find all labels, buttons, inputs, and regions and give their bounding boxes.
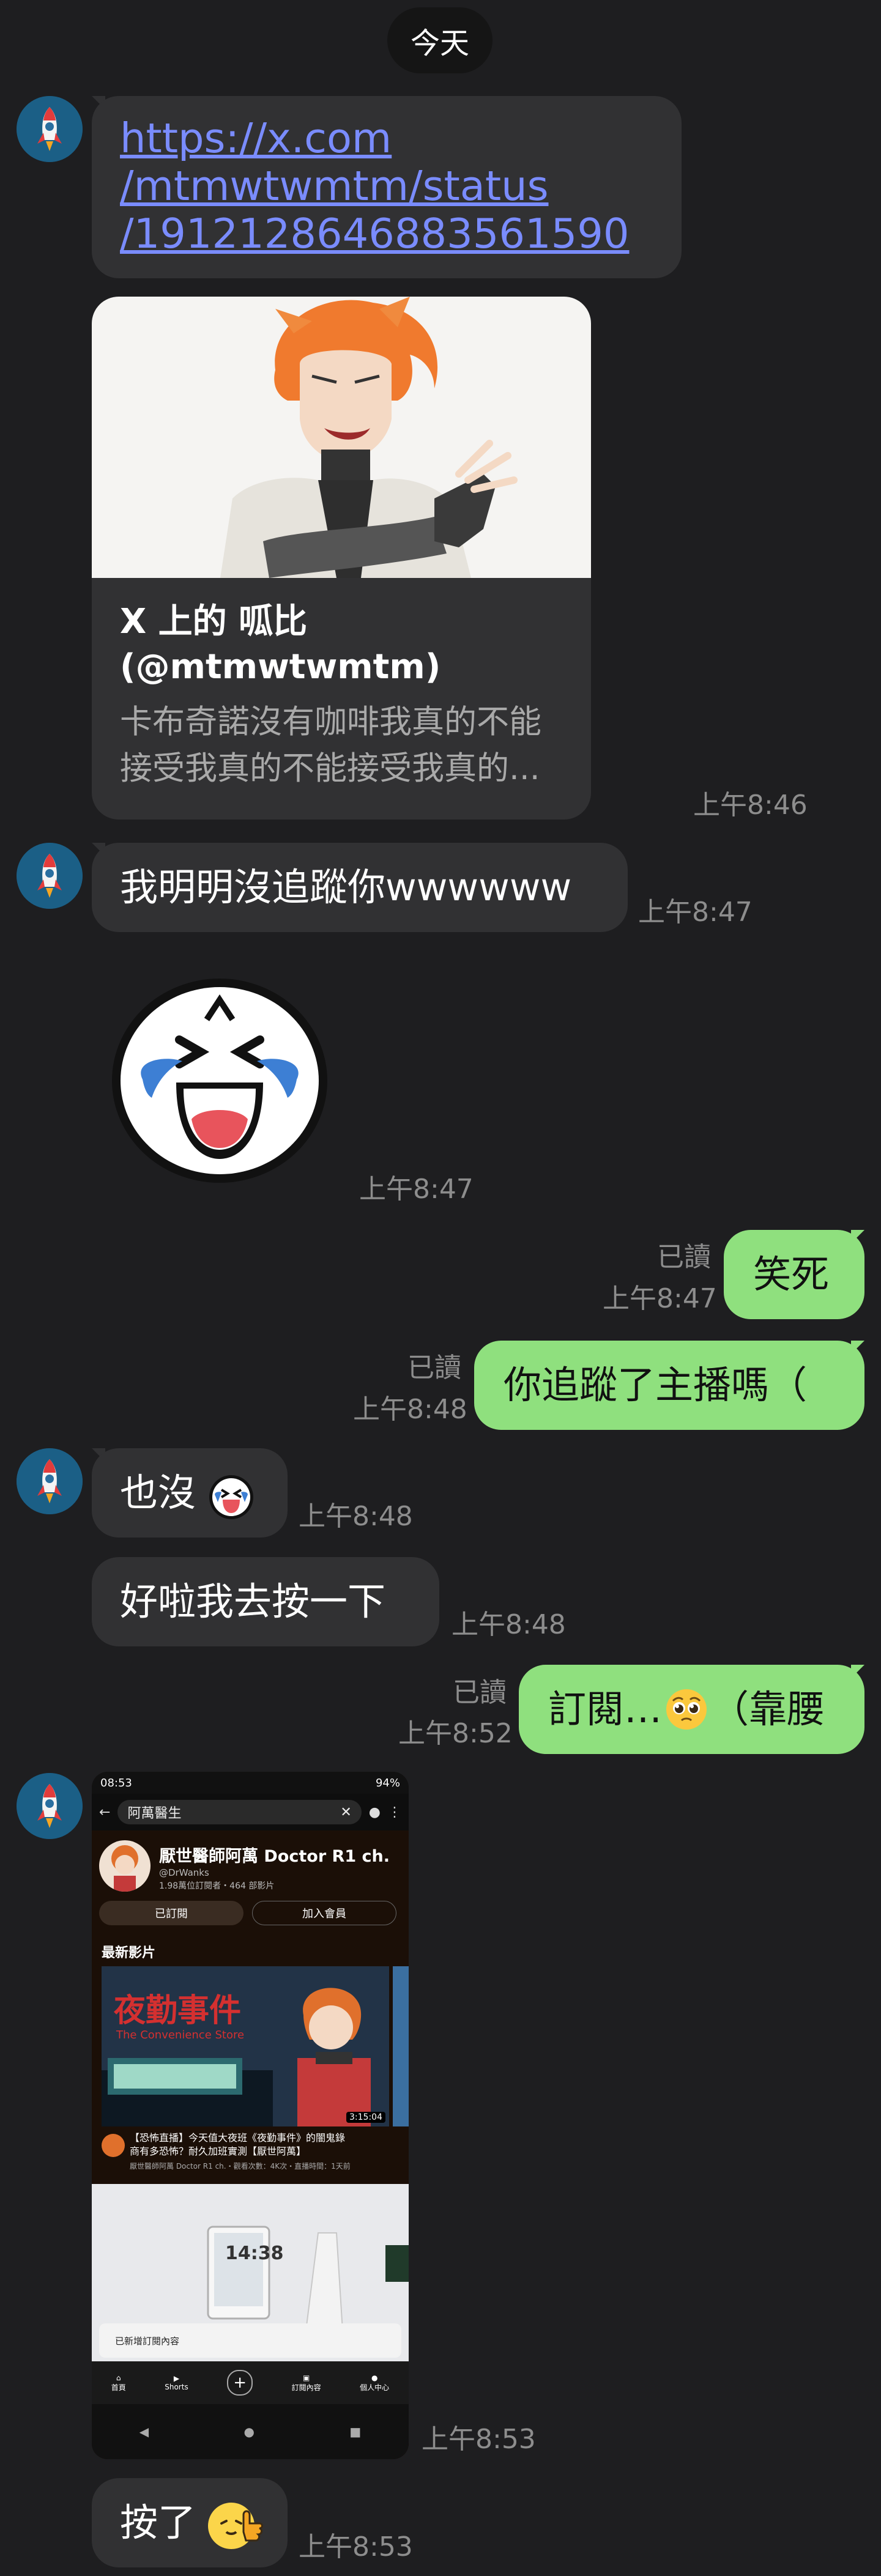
read-receipt: 已讀 <box>453 1677 507 1708</box>
message-text: 我明明沒追蹤你wwwwww <box>120 865 572 909</box>
preview-image <box>92 297 591 578</box>
message-time: 上午8:46 <box>693 790 808 821</box>
nav-home: ⌂ 首頁 <box>111 2373 126 2392</box>
pleading-face-emoji <box>666 1689 707 1730</box>
character-illustration <box>220 297 518 578</box>
message-bubble[interactable]: 按了 <box>92 2478 288 2567</box>
more-icon: ⋮ <box>388 1804 401 1820</box>
thumbnail-title: 夜勤事件 <box>114 1992 242 2029</box>
profile-icon: ● <box>371 2373 378 2382</box>
contact-avatar[interactable] <box>17 1773 83 1839</box>
nav-shorts: ▶ Shorts <box>165 2374 188 2391</box>
message-bubble[interactable]: 我明明沒追蹤你wwwwww <box>92 843 628 932</box>
video-thumbnail: 夜勤事件 The Convenience Store 3:15:04 <box>102 1966 389 2126</box>
message-time: 上午8:48 <box>299 1501 413 1532</box>
video-channel-avatar <box>102 2134 125 2157</box>
link-text[interactable]: https://x.com /mtmwtwmtm/status /1912128… <box>120 114 630 257</box>
subscriptions-icon: ▣ <box>303 2373 310 2382</box>
duration-badge: 3:15:04 <box>346 2112 385 2123</box>
next-thumbnail-edge <box>393 1966 409 2126</box>
section-title: 最新影片 <box>102 1945 156 1961</box>
nav-subscriptions: ▣ 訂閱內容 <box>291 2373 321 2392</box>
phone-status-bar: 08:53 94% <box>92 1772 409 1794</box>
message-time: 上午8:53 <box>299 2531 413 2563</box>
laughing-crying-sticker[interactable] <box>109 975 330 1186</box>
message-text: 按了 <box>120 2500 196 2545</box>
read-receipt: 已讀 <box>407 1352 461 1383</box>
link-bubble[interactable]: https://x.com /mtmwtwmtm/status /1912128… <box>92 96 682 278</box>
video-meta: 厭世醫師阿萬 Doctor R1 ch.・觀看次數：4K次・直播時間：1天前 <box>130 2162 351 2171</box>
contact-avatar[interactable] <box>17 96 83 162</box>
home-button-icon: ● <box>243 2424 255 2439</box>
message-time: 上午8:47 <box>638 897 753 928</box>
channel-avatar <box>99 1840 151 1892</box>
read-receipt: 已讀 <box>657 1242 711 1273</box>
message-text: （靠腰 <box>711 1687 825 1731</box>
message-time: 上午8:52 <box>398 1718 513 1749</box>
message-bubble-outgoing[interactable]: 你追蹤了主播嗎（ <box>474 1341 864 1430</box>
card-title: X 上的 呱比 (@mtmwtwmtm) <box>120 602 441 687</box>
date-chip: 今天 <box>387 7 493 73</box>
mic-icon: ● <box>368 1804 381 1820</box>
message-text: 你追蹤了主播嗎（ <box>504 1363 808 1407</box>
message-time: 上午8:47 <box>603 1283 717 1314</box>
toast-message: 已新增訂閱內容 <box>99 2323 401 2358</box>
home-icon: ⌂ <box>116 2373 121 2382</box>
message-text: 好啦我去按一下 <box>120 1579 386 1624</box>
contact-avatar[interactable] <box>17 843 83 909</box>
message-text: 訂閱… <box>548 1687 663 1731</box>
back-icon: ◀ <box>139 2424 149 2439</box>
shorts-icon: ▶ <box>173 2374 180 2383</box>
rocket-icon <box>17 1448 83 1514</box>
create-icon: + <box>227 2370 253 2396</box>
search-query: 阿萬醫生 <box>127 1806 182 1821</box>
rocket-icon <box>17 1773 83 1839</box>
message-time: 上午8:47 <box>359 1174 474 1205</box>
back-arrow-icon: ← <box>99 1804 111 1820</box>
message-bubble[interactable]: 也沒 <box>92 1448 288 1538</box>
nav-you: ● 個人中心 <box>360 2373 390 2392</box>
membership-button: 加入會員 <box>252 1901 396 1925</box>
subscribed-button: 已訂閱 <box>99 1901 243 1925</box>
thumbnail-subtitle: The Convenience Store <box>116 2029 245 2041</box>
clock-text: 14:38 <box>225 2243 284 2264</box>
bubble-tail <box>851 1341 864 1354</box>
message-bubble-outgoing[interactable]: 訂閱… （靠腰 <box>519 1665 864 1754</box>
message-time: 上午8:48 <box>353 1394 467 1425</box>
message-time: 上午8:48 <box>452 1609 566 1640</box>
message-bubble-outgoing[interactable]: 笑死 <box>724 1230 864 1319</box>
bubble-tail <box>851 1230 864 1243</box>
channel-name: 厭世醫師阿萬 Doctor R1 ch. <box>159 1847 390 1866</box>
message-time: 上午8:53 <box>422 2424 536 2455</box>
youtube-channel-screenshot[interactable]: 08:53 94% ← 阿萬醫生 ✕ ● ⋮ 厭世醫師阿萬 Doctor R1 ch… <box>92 1772 409 2459</box>
channel-stats: 1.98萬位訂閱者・464 部影片 <box>159 1881 275 1891</box>
date-chip-label: 今天 <box>410 26 469 61</box>
card-description: 卡布奇諾沒有咖啡我真的不能 接受我真的不能接受我真的... <box>120 703 541 787</box>
clear-icon: ✕ <box>340 1804 352 1820</box>
video-title: 【恐怖直播】今天值大夜班《夜勤事件》的闇鬼錄 商有多恐怖？耐久加班實測【厭世阿萬… <box>130 2132 346 2157</box>
rocket-icon <box>17 96 83 162</box>
message-text: 也沒 <box>120 1470 196 1515</box>
contact-avatar[interactable] <box>17 1448 83 1514</box>
message-content: 訂閱… （靠腰 <box>548 1687 825 1732</box>
thumbs-up-sticker <box>208 2503 263 2549</box>
message-text: 笑死 <box>753 1252 830 1297</box>
crying-laugh-emoji <box>209 1475 253 1519</box>
rocket-icon <box>17 843 83 909</box>
message-bubble[interactable]: 好啦我去按一下 <box>92 1557 439 1646</box>
bubble-tail <box>851 1665 864 1678</box>
phone-search-bar: ← 阿萬醫生 ✕ ● ⋮ <box>92 1794 409 1830</box>
link-preview-card[interactable]: X 上的 呱比 (@mtmwtwmtm) 卡布奇諾沒有咖啡我真的不能 接受我真的… <box>92 297 591 820</box>
bottom-nav: ⌂ 首頁 ▶ Shorts + ▣ 訂閱內容 ● 個人中心 <box>92 2361 409 2404</box>
android-nav-bar: ◀ ● ■ <box>92 2404 409 2459</box>
channel-handle: @DrWanks <box>159 1867 209 1878</box>
recents-icon: ■ <box>349 2424 362 2439</box>
